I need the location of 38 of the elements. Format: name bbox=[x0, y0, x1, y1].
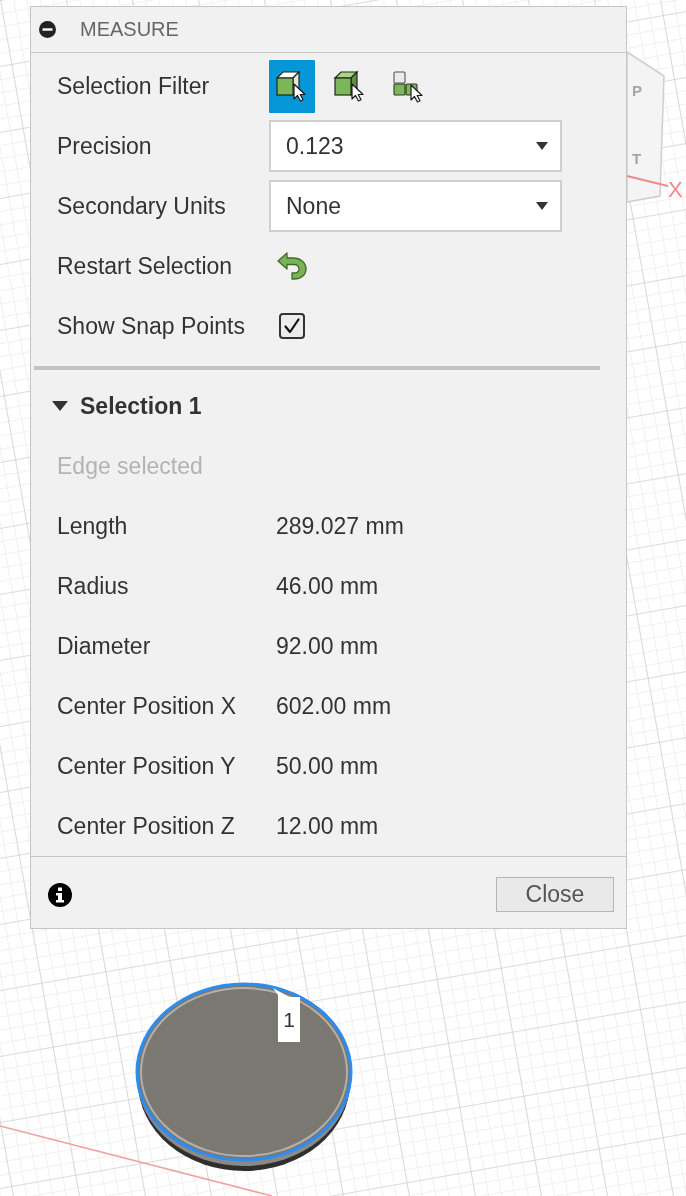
cube-cursor-icon bbox=[333, 69, 367, 103]
disc-drawing[interactable] bbox=[135, 982, 353, 1171]
panel-title: MEASURE bbox=[80, 18, 179, 41]
filter-button[interactable] bbox=[269, 59, 315, 113]
property-label: Diameter bbox=[57, 632, 152, 660]
caret-icon bbox=[536, 142, 548, 150]
close-button[interactable]: Close bbox=[496, 877, 614, 912]
property-label: Center Position Z bbox=[57, 812, 236, 840]
collapse-icon[interactable] bbox=[39, 21, 56, 38]
property-value: 289.027 mm bbox=[276, 512, 405, 540]
undo-arrow-icon[interactable] bbox=[276, 251, 308, 281]
setting-label: Secondary Units bbox=[57, 192, 227, 220]
setting-label: Show Snap Points bbox=[57, 312, 246, 340]
section-title: Selection 1 bbox=[80, 392, 202, 420]
boxes-cursor-icon bbox=[391, 69, 425, 103]
property-value: 12.00 mm bbox=[276, 812, 380, 840]
viewcube-label: P bbox=[632, 82, 642, 99]
property-value: 46.00 mm bbox=[276, 572, 380, 600]
dropdown[interactable]: 0.123 bbox=[269, 120, 562, 172]
setting-label: Precision bbox=[57, 132, 153, 160]
dropdown[interactable]: None bbox=[269, 180, 562, 232]
setting-label: Restart Selection bbox=[57, 252, 234, 280]
viewcube-label: T bbox=[632, 150, 642, 167]
setting-label: Selection Filter bbox=[57, 72, 211, 100]
property-value: 50.00 mm bbox=[276, 752, 380, 780]
axis-line bbox=[626, 175, 669, 187]
property-label: Length bbox=[57, 512, 129, 540]
cube-cursor-icon bbox=[275, 69, 309, 103]
status-text: Edge selected bbox=[57, 452, 203, 480]
property-value: 92.00 mm bbox=[276, 632, 380, 660]
checkbox[interactable] bbox=[279, 313, 305, 339]
axis-label: X bbox=[668, 177, 683, 202]
property-label: Center Position Y bbox=[57, 752, 237, 780]
property-label: Center Position X bbox=[57, 692, 237, 720]
info-icon[interactable] bbox=[48, 882, 72, 907]
property-value: 602.00 mm bbox=[276, 692, 393, 720]
property-label: Radius bbox=[57, 572, 130, 600]
caret-icon bbox=[536, 202, 548, 210]
